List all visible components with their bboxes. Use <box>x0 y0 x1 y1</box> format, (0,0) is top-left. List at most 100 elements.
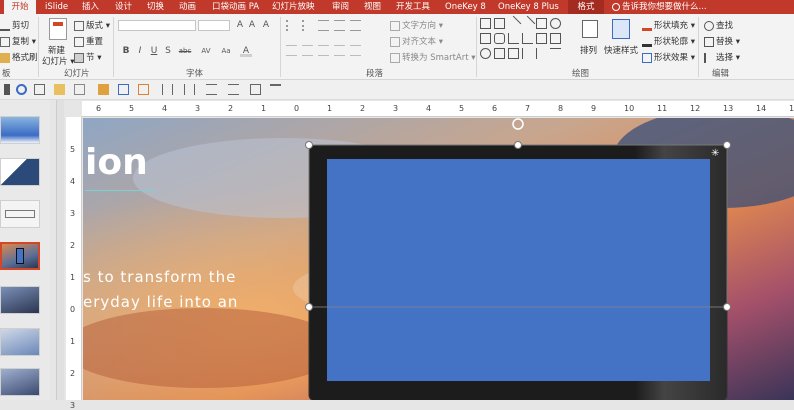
tab-design[interactable]: 设计 <box>115 0 132 14</box>
numbering-icon[interactable] <box>302 20 313 31</box>
distribute-icon[interactable] <box>184 84 195 95</box>
ungroup-icon[interactable] <box>138 84 149 95</box>
resize-handle[interactable] <box>305 141 313 149</box>
tab-onekey8-plus[interactable]: OneKey 8 Plus <box>498 0 559 14</box>
vertical-textbox-shape-icon[interactable] <box>494 18 505 29</box>
slide-thumbnail[interactable] <box>0 328 40 356</box>
arrow-right-shape-icon[interactable] <box>550 33 561 44</box>
folder-icon[interactable] <box>54 84 65 95</box>
decrease-indent-icon[interactable] <box>318 20 329 31</box>
resize-handle[interactable] <box>723 303 731 311</box>
underline-button[interactable]: U <box>148 45 160 57</box>
arrow-shape-icon[interactable] <box>519 15 536 32</box>
justify-icon[interactable] <box>334 45 345 56</box>
brace-shape-icon[interactable] <box>522 48 533 59</box>
decrease-font-icon[interactable]: A <box>246 19 258 31</box>
elbow-connector-icon[interactable] <box>508 33 519 44</box>
slide-thumbnail-selected[interactable] <box>0 242 40 270</box>
tab-format[interactable]: 格式 <box>568 0 604 14</box>
convert-smartart-button[interactable]: 转换为 SmartArt ▾ <box>390 51 476 63</box>
layout-button[interactable]: 版式 ▾ <box>74 19 110 31</box>
slide-thumbnail[interactable] <box>0 158 40 186</box>
tab-animations[interactable]: 动画 <box>179 0 196 14</box>
shape-gallery[interactable] <box>480 15 574 62</box>
select-button[interactable]: 选择 ▾ <box>704 51 740 63</box>
align-left-icon[interactable] <box>286 45 297 56</box>
align-text-button[interactable]: 对齐文本 ▾ <box>390 35 443 47</box>
tab-review[interactable]: 审阅 <box>332 0 349 14</box>
format-painter-button[interactable]: 格式刷 <box>0 51 38 63</box>
thumbnail-scrollbar[interactable] <box>56 100 64 400</box>
slide-thumbnail[interactable] <box>0 368 40 396</box>
clear-format-icon[interactable]: A <box>260 19 272 31</box>
tab-home[interactable]: 开始 <box>4 0 36 14</box>
customize-qat-icon[interactable] <box>270 84 281 95</box>
group-icon[interactable] <box>118 84 129 95</box>
resize-handle[interactable] <box>723 141 731 149</box>
cut-button[interactable]: 剪切 <box>0 19 29 31</box>
resize-handle[interactable] <box>514 141 522 149</box>
columns-icon[interactable] <box>350 45 361 56</box>
print-icon[interactable] <box>250 84 261 95</box>
bold-button[interactable]: B <box>120 45 132 57</box>
freeform-shape-icon[interactable] <box>508 48 519 59</box>
magic-wand-icon[interactable] <box>98 84 109 95</box>
tab-view[interactable]: 视图 <box>364 0 381 14</box>
replace-button[interactable]: 替换 ▾ <box>704 35 740 47</box>
font-size-combo[interactable] <box>198 20 230 31</box>
italic-button[interactable]: I <box>134 45 146 57</box>
tab-insert[interactable]: 插入 <box>82 0 99 14</box>
strikethrough-button[interactable]: abc <box>176 45 194 57</box>
tell-me-box[interactable]: 告诉我你想要做什么... <box>612 0 707 14</box>
rectangle-shape-icon[interactable] <box>480 33 491 44</box>
undo-icon[interactable] <box>4 84 15 95</box>
align-middle-icon[interactable] <box>206 84 217 95</box>
font-color-button[interactable]: A <box>240 45 252 57</box>
text-direction-button[interactable]: 文字方向 ▾ <box>390 19 443 31</box>
align-center-icon[interactable] <box>302 45 313 56</box>
new-slide-dropdown[interactable]: 幻灯片 ▾ <box>42 55 74 67</box>
char-spacing-button[interactable]: AV <box>198 45 214 57</box>
slideshow-icon[interactable] <box>34 84 45 95</box>
tab-islide[interactable]: iSlide <box>45 0 68 14</box>
shape-outline-button[interactable]: 形状轮廓 ▾ <box>642 35 695 47</box>
block-arrow-shape-icon[interactable] <box>536 33 547 44</box>
resize-handle[interactable] <box>305 303 313 311</box>
copy-button[interactable]: 复制 ▾ <box>0 35 36 47</box>
tab-transitions[interactable]: 切换 <box>147 0 164 14</box>
reset-button[interactable]: 重置 <box>74 35 103 47</box>
align-right-icon[interactable] <box>318 45 329 56</box>
tab-developer[interactable]: 开发工具 <box>396 0 430 14</box>
slide-thumbnail[interactable] <box>0 286 40 314</box>
curve-shape-icon[interactable] <box>494 48 505 59</box>
star-shape-icon[interactable] <box>550 48 561 59</box>
slide-thumbnail[interactable] <box>0 116 40 144</box>
slide-thumbnail[interactable] <box>0 200 40 228</box>
line-spacing-icon[interactable] <box>350 20 361 31</box>
rounded-rect-shape-icon[interactable] <box>494 33 505 44</box>
increase-indent-icon[interactable] <box>334 20 345 31</box>
increase-font-icon[interactable]: A <box>234 19 246 31</box>
curved-connector-icon[interactable] <box>522 33 533 44</box>
quick-styles-button[interactable]: 快速样式 <box>604 44 638 56</box>
change-case-button[interactable]: Aa <box>218 45 234 57</box>
tab-slideshow[interactable]: 幻灯片放映 <box>272 0 315 14</box>
shape-fill-button[interactable]: 形状填充 ▾ <box>642 19 695 31</box>
tablet-frame-shape[interactable]: ✳ <box>83 118 794 400</box>
arrange-button[interactable]: 排列 <box>580 44 597 56</box>
triangle-shape-icon[interactable] <box>480 48 491 59</box>
tab-pocket-animation[interactable]: 口袋动画 PA <box>212 0 259 14</box>
list-icon[interactable] <box>74 84 85 95</box>
refresh-icon[interactable] <box>16 84 27 95</box>
section-button[interactable]: 节 ▾ <box>74 51 101 63</box>
brace-shape-icon[interactable] <box>536 48 547 59</box>
shadow-button[interactable]: S <box>162 45 174 57</box>
bullets-icon[interactable] <box>286 20 297 31</box>
align-icon[interactable] <box>162 84 173 95</box>
font-name-combo[interactable] <box>118 20 196 31</box>
rectangle-shape-icon[interactable] <box>536 18 547 29</box>
oval-shape-icon[interactable] <box>550 18 561 29</box>
rotate-handle-icon[interactable] <box>512 118 524 130</box>
tab-onekey8[interactable]: OneKey 8 <box>445 0 486 14</box>
textbox-shape-icon[interactable] <box>480 18 491 29</box>
